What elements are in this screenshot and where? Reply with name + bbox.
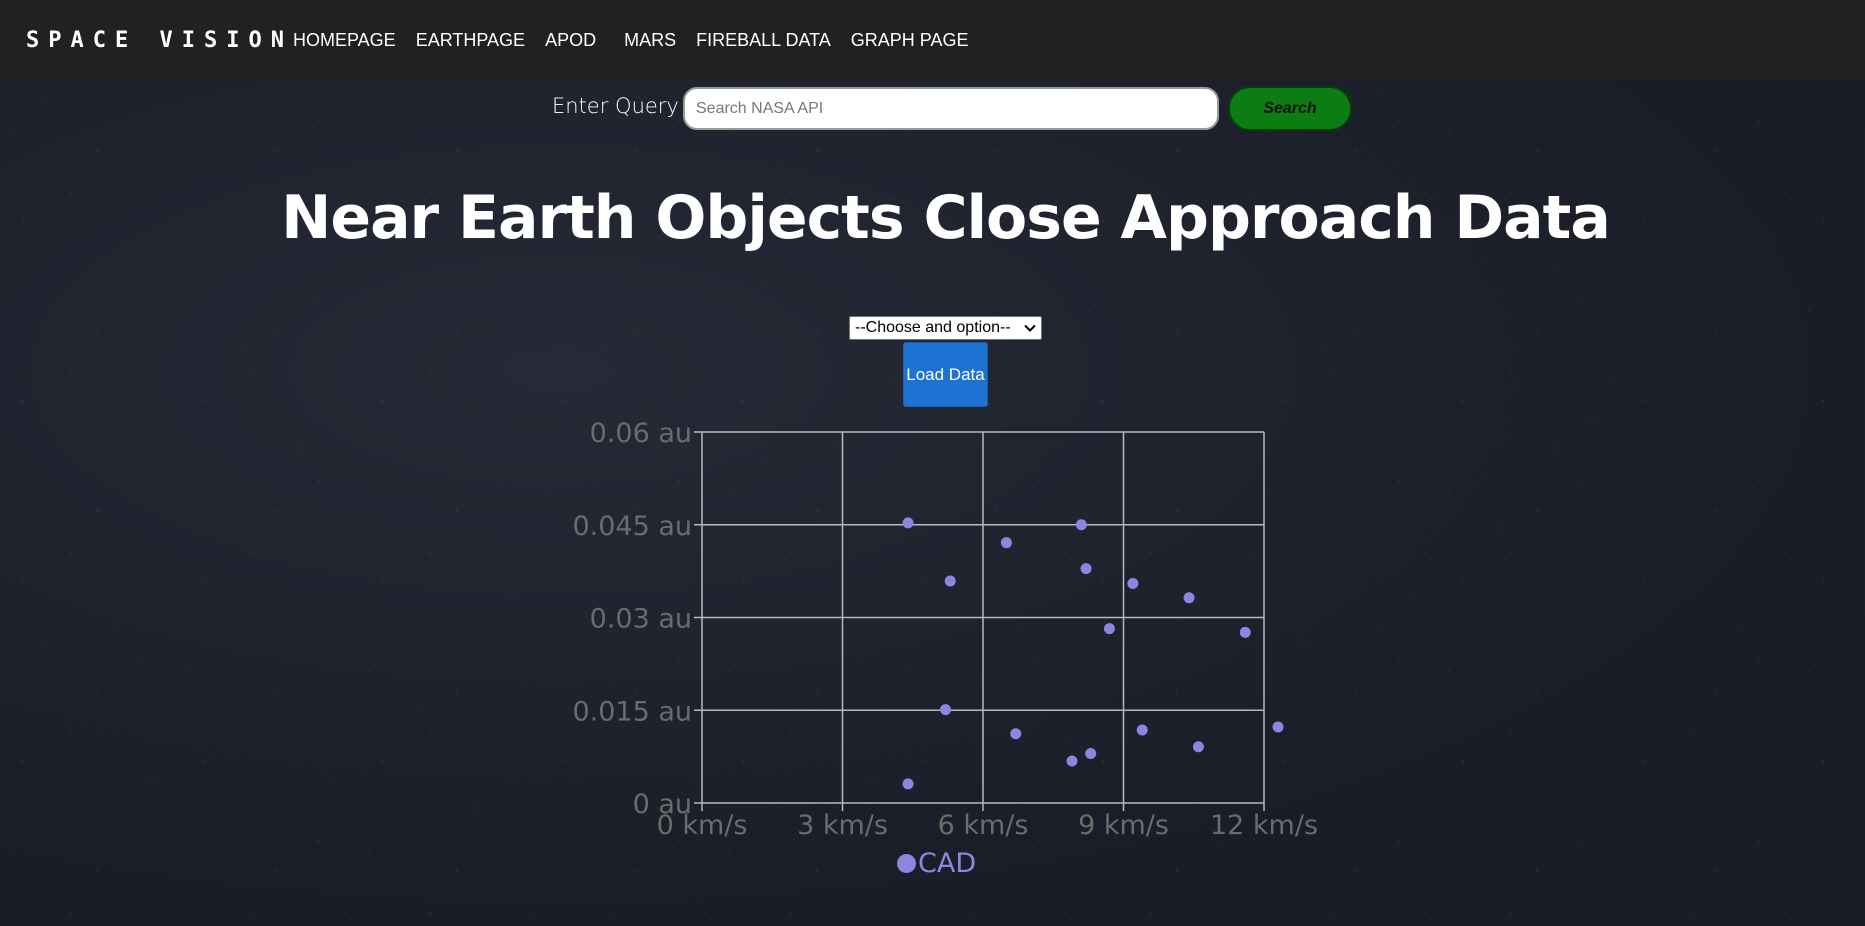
data-point[interactable]: [1103, 623, 1115, 635]
chart-grid: [694, 431, 1265, 811]
data-point[interactable]: [1136, 724, 1148, 736]
data-point[interactable]: [1127, 577, 1139, 589]
data-point[interactable]: [1080, 563, 1092, 575]
chart-points: [902, 517, 1284, 790]
y-tick-label: 0 au: [633, 789, 692, 820]
data-point[interactable]: [1183, 592, 1195, 604]
x-tick-label: 12 km/s: [1210, 810, 1318, 841]
y-tick-label: 0.045 au: [572, 511, 692, 542]
y-tick-label: 0.06 au: [590, 418, 692, 449]
data-point[interactable]: [1075, 519, 1087, 531]
data-point[interactable]: [902, 517, 914, 529]
data-point[interactable]: [1066, 755, 1078, 767]
data-point[interactable]: [940, 704, 952, 716]
x-tick-label: 6 km/s: [938, 810, 1029, 841]
data-point[interactable]: [1000, 537, 1012, 549]
y-tick-label: 0.015 au: [572, 696, 692, 727]
y-tick-label: 0.03 au: [590, 604, 692, 635]
data-point[interactable]: [944, 575, 956, 587]
data-point[interactable]: [1239, 626, 1251, 638]
data-point[interactable]: [902, 778, 914, 790]
chart-legend[interactable]: CAD: [897, 845, 976, 881]
legend-marker: [897, 853, 916, 873]
close-approach-scatter-chart: 0 km/s 3 km/s 6 km/s 9 km/s 12 km/s0 au0.015…: [572, 418, 1318, 841]
x-tick-label: 9 km/s: [1078, 810, 1169, 841]
legend-label: CAD: [918, 847, 977, 879]
data-point[interactable]: [1192, 741, 1204, 753]
data-point[interactable]: [1010, 728, 1022, 740]
chart-tick-labels: 0 km/s 3 km/s 6 km/s 9 km/s 12 km/s0 au0.015…: [572, 418, 1318, 841]
data-point[interactable]: [1272, 721, 1284, 733]
x-tick-label: 3 km/s: [797, 810, 888, 841]
data-point[interactable]: [1085, 748, 1097, 760]
